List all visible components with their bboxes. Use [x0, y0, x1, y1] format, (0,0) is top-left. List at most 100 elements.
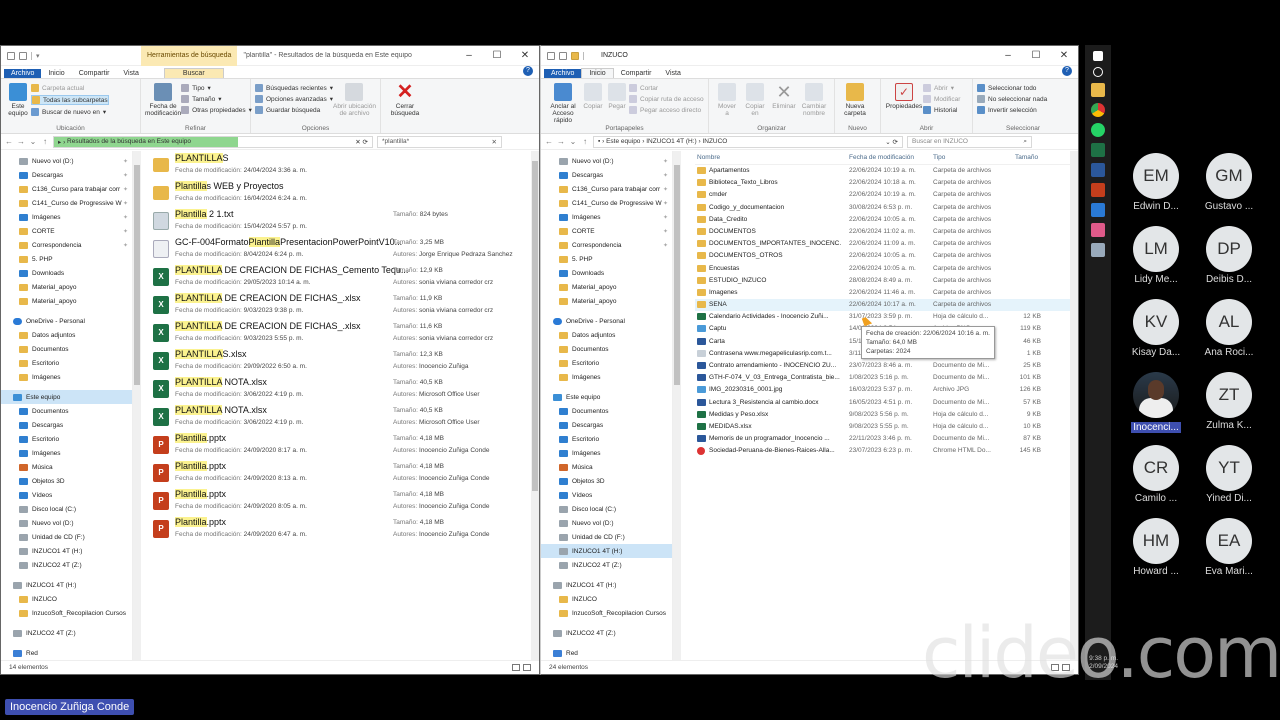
- nav-item[interactable]: Disco local (C:): [541, 502, 672, 516]
- nav-item[interactable]: Imágenes: [1, 446, 132, 460]
- file-row[interactable]: SENA 22/06/2024 10:17 a. m. Carpeta de arc…: [695, 299, 1070, 312]
- nav-item[interactable]: Imágenes: [541, 370, 672, 384]
- chevron-down-icon[interactable]: ⌄: [569, 137, 577, 146]
- chevron-down-icon[interactable]: ⌄: [29, 137, 37, 146]
- nav-item[interactable]: Imágenes ✦: [541, 210, 672, 224]
- nav-item[interactable]: CORTE ✦: [1, 224, 132, 238]
- nav-item[interactable]: INZUCO2 4T (Z:): [1, 626, 132, 640]
- forward-arrow-icon[interactable]: →: [17, 137, 25, 146]
- dropdown-icon[interactable]: ▾: [36, 52, 40, 60]
- nav-item[interactable]: InzucoSoft_Recopilacion Cursos: [541, 606, 672, 620]
- back-arrow-icon[interactable]: ←: [5, 137, 13, 146]
- whatsapp-icon[interactable]: [1091, 123, 1105, 137]
- search-result-item[interactable]: Plantilla 2 1.txt Fecha de modificación: …: [153, 207, 531, 235]
- nav-item[interactable]: CORTE ✦: [541, 224, 672, 238]
- nav-item[interactable]: INZUCO2 4T (Z:): [541, 558, 672, 572]
- powerpoint-icon[interactable]: [1091, 183, 1105, 197]
- file-explorer-icon[interactable]: [1091, 83, 1105, 97]
- nav-item[interactable]: C136_Curso para trabajar corr ✦: [1, 182, 132, 196]
- tab-buscar[interactable]: Buscar: [163, 68, 224, 78]
- opciones-avanzadas-button[interactable]: Opciones avanzadas ▾: [255, 95, 333, 103]
- invertir-seleccion-button[interactable]: Invertir selección: [977, 106, 1047, 114]
- column-nombre[interactable]: Nombre: [697, 154, 720, 161]
- file-row[interactable]: cmder 22/06/2024 10:19 a. m. Carpeta de ar…: [695, 189, 1070, 201]
- properties-icon[interactable]: [547, 51, 555, 60]
- excel-icon[interactable]: [1091, 143, 1105, 157]
- maximize-button[interactable]: ☐: [1022, 50, 1050, 61]
- search-input[interactable]: Buscar en INZUCO ⌕: [907, 135, 1032, 148]
- search-result-item[interactable]: P Plantilla.pptx Fecha de modificación: 24…: [153, 431, 531, 459]
- nav-item[interactable]: Downloads: [541, 266, 672, 280]
- nav-item[interactable]: Material_apoyo: [1, 280, 132, 294]
- otras-propiedades-button[interactable]: Otras propiedades ▾: [181, 106, 252, 114]
- nav-item[interactable]: 5. PHP: [541, 252, 672, 266]
- minimize-button[interactable]: –: [994, 50, 1022, 61]
- nav-item[interactable]: Documentos: [541, 404, 672, 418]
- search-result-item[interactable]: GC-F-004FormatoPlantillaPresentacionPowe…: [153, 235, 531, 263]
- nav-item[interactable]: Imágenes ✦: [1, 210, 132, 224]
- participant-tile[interactable]: GM Gustavo ...: [1189, 153, 1269, 212]
- pegar-acceso-button[interactable]: Pegar acceso directo: [629, 106, 704, 114]
- nav-item[interactable]: Escritorio: [541, 356, 672, 370]
- help-icon[interactable]: ?: [523, 66, 533, 76]
- search-icon[interactable]: ⌕: [1023, 138, 1027, 146]
- refresh-icon[interactable]: ⌄ ⟳: [885, 138, 898, 146]
- nav-item[interactable]: Datos adjuntos: [1, 328, 132, 342]
- search-result-item[interactable]: P Plantilla.pptx Fecha de modificación: 24…: [153, 487, 531, 515]
- tab-archivo[interactable]: Archivo: [544, 69, 582, 78]
- propiedades-button[interactable]: ✓ Propiedades: [885, 83, 923, 110]
- tab-vista[interactable]: Vista: [116, 69, 145, 78]
- tab-inicio[interactable]: Inicio: [41, 69, 71, 78]
- nav-item[interactable]: INZUCO1 4T (H:): [1, 544, 132, 558]
- large-icons-view-icon[interactable]: [523, 664, 531, 671]
- mover-button[interactable]: Mover a: [713, 83, 741, 117]
- nav-item[interactable]: INZUCO1 4T (H:): [541, 544, 672, 558]
- modificar-button[interactable]: Modificar: [923, 95, 960, 103]
- nav-item[interactable]: Material_apoyo: [541, 280, 672, 294]
- tab-vista[interactable]: Vista: [658, 69, 687, 78]
- cambiar-nombre-button[interactable]: Cambiar nombre: [799, 83, 829, 117]
- new-folder-icon[interactable]: [19, 51, 27, 60]
- participant-tile[interactable]: DP Deibis D...: [1189, 226, 1269, 285]
- nav-item[interactable]: Documentos: [1, 342, 132, 356]
- search-result-item[interactable]: X PLANTILLA DE CREACION DE FICHAS_.xlsx Fe…: [153, 319, 531, 347]
- nav-item[interactable]: Vídeos: [1, 488, 132, 502]
- historial-button[interactable]: Historial: [923, 106, 960, 114]
- participant-tile[interactable]: KV Kisay Da...: [1116, 299, 1196, 358]
- nav-item[interactable]: Imágenes: [541, 446, 672, 460]
- nav-item[interactable]: InzucoSoft_Recopilacion Cursos: [1, 606, 132, 620]
- nav-item[interactable]: Escritorio: [541, 432, 672, 446]
- todas-subcarpetas-button[interactable]: Todas las subcarpetas: [31, 95, 109, 105]
- tab-inicio[interactable]: Inicio: [581, 68, 614, 78]
- eliminar-button[interactable]: ✕ Eliminar: [769, 83, 799, 110]
- nav-item[interactable]: C136_Curso para trabajar corr ✦: [541, 182, 672, 196]
- nav-item[interactable]: Este equipo: [541, 390, 672, 404]
- nav-item[interactable]: Documentos: [541, 342, 672, 356]
- nav-item[interactable]: Nuevo vol (D:): [541, 516, 672, 530]
- quick-access-toolbar[interactable]: [541, 51, 601, 60]
- close-icon[interactable]: ✕: [492, 138, 497, 146]
- close-button[interactable]: ✕: [511, 50, 539, 61]
- nav-item[interactable]: Descargas ✦: [541, 168, 672, 182]
- nav-scrollbar[interactable]: [133, 151, 141, 660]
- app-icon[interactable]: [1091, 203, 1105, 217]
- nav-item[interactable]: Música: [1, 460, 132, 474]
- search-result-item[interactable]: X PLANTILLA DE CREACION DE FICHAS_.xlsx Fe…: [153, 291, 531, 319]
- nav-item[interactable]: Nuevo vol (D:) ✦: [1, 154, 132, 168]
- up-arrow-icon[interactable]: ↑: [41, 137, 49, 146]
- nav-item[interactable]: Objetos 3D: [541, 474, 672, 488]
- no-seleccionar-button[interactable]: No seleccionar nada: [977, 95, 1047, 103]
- word-icon[interactable]: [1091, 163, 1105, 177]
- check-icon[interactable]: [559, 51, 567, 60]
- minimize-button[interactable]: –: [455, 50, 483, 61]
- nav-item[interactable]: INZUCO1 4T (H:): [541, 578, 672, 592]
- tab-compartir[interactable]: Compartir: [614, 69, 659, 78]
- file-row[interactable]: Imagenes 22/06/2024 11:46 a. m. Carpeta de…: [695, 287, 1070, 299]
- search-result-item[interactable]: X PLANTILLA NOTA.xlsx Fecha de modificació…: [153, 375, 531, 403]
- nav-item[interactable]: Correspondencia ✦: [541, 238, 672, 252]
- properties-icon[interactable]: [7, 51, 15, 60]
- nav-scrollbar[interactable]: [673, 151, 681, 660]
- abrir-button[interactable]: Abrir ▾: [923, 84, 960, 92]
- close-icon[interactable]: ✕ ⟳: [355, 138, 368, 146]
- copiar-button[interactable]: Copiar: [581, 83, 605, 110]
